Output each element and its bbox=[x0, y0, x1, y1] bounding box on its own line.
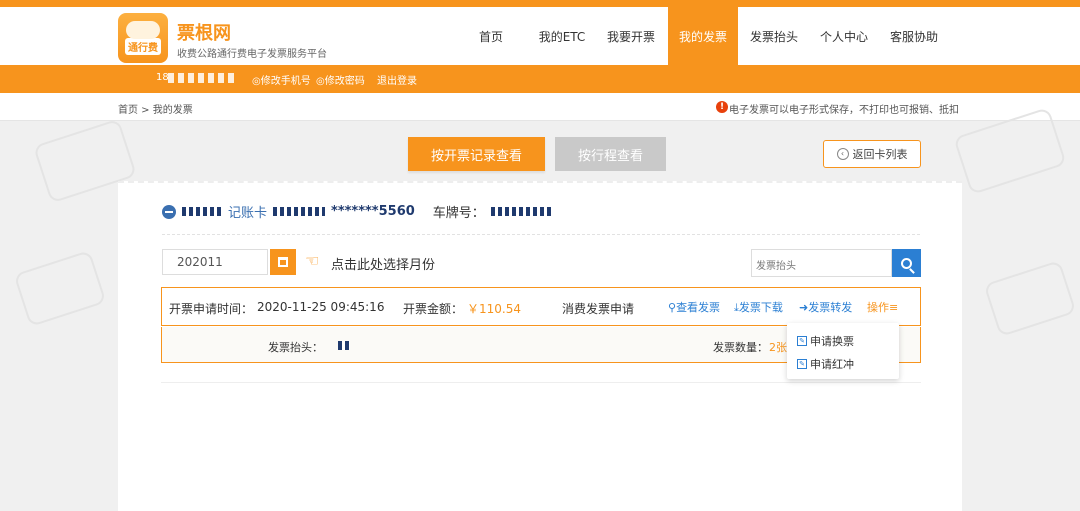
invoice-amount: ￥110.54 bbox=[467, 302, 521, 316]
apply-exchange-label: 申请换票 bbox=[810, 335, 854, 348]
card-number: *******5560 bbox=[331, 204, 415, 219]
top-accent-line bbox=[0, 0, 1080, 7]
change-password-link[interactable]: ◎修改密码 bbox=[316, 72, 365, 87]
invoice-count-label: 发票数量： bbox=[713, 341, 768, 354]
card-icon bbox=[162, 204, 176, 219]
forward-invoice-link[interactable]: ➜发票转发 bbox=[799, 299, 852, 315]
masked-plate-number bbox=[490, 207, 553, 216]
logo[interactable]: 通行费 bbox=[118, 13, 168, 63]
nav-my-etc[interactable]: 我的ETC bbox=[532, 7, 592, 65]
logout-link[interactable]: 退出登录 bbox=[377, 72, 417, 87]
download-invoice-link[interactable]: ⤓发票下载 bbox=[734, 299, 783, 315]
apply-exchange-item[interactable]: ✎ 申请换票 bbox=[797, 333, 854, 349]
back-button-label: 返回卡列表 bbox=[852, 148, 908, 161]
apply-time: 2020-11-25 09:45:16 bbox=[257, 300, 385, 314]
operate-dropdown: ✎ 申请换票 ✎ 申请红冲 bbox=[787, 323, 899, 379]
card-type: 记账卡 bbox=[228, 206, 268, 221]
warning-icon: ! bbox=[716, 101, 728, 113]
nav-my-invoices[interactable]: 我的发票 bbox=[668, 7, 738, 65]
breadcrumb: 首页 > 我的发票 bbox=[118, 105, 193, 116]
view-by-record-button[interactable]: 按开票记录查看 bbox=[408, 137, 545, 171]
card-info: 记账卡 *******5560 车牌号： bbox=[162, 202, 553, 221]
masked-invoice-title bbox=[338, 341, 350, 350]
nav-invoice-title[interactable]: 发票抬头 bbox=[742, 7, 806, 65]
invoice-type: 消费发票申请 bbox=[562, 302, 635, 316]
nav-home[interactable]: 首页 bbox=[465, 7, 517, 65]
masked-card-name bbox=[182, 207, 222, 216]
nav-issue-invoice[interactable]: 我要开票 bbox=[600, 7, 662, 65]
phone-number: 18 bbox=[156, 72, 169, 83]
divider bbox=[162, 234, 920, 235]
edit-icon: ✎ bbox=[797, 336, 807, 346]
plate-label: 车牌号： bbox=[432, 206, 485, 221]
nav-customer-service[interactable]: 客服协助 bbox=[882, 7, 946, 65]
nav-personal-center[interactable]: 个人中心 bbox=[812, 7, 876, 65]
search-icon bbox=[901, 257, 912, 269]
month-hint[interactable]: 点击此处选择月份 bbox=[331, 254, 435, 273]
invoice-title-search-input[interactable]: 发票抬头 bbox=[751, 249, 892, 277]
logo-text: 通行费 bbox=[125, 38, 161, 55]
back-to-card-list-button[interactable]: ‹ 返回卡列表 bbox=[823, 140, 921, 168]
breadcrumb-bar: 首页 > 我的发票 ! 电子发票可以电子形式保存，不打印也可报销、抵扣 bbox=[0, 93, 1080, 121]
amount-label: 开票金额： bbox=[403, 302, 464, 316]
operate-menu-button[interactable]: 操作≡ bbox=[867, 299, 898, 315]
masked-card-prefix bbox=[273, 207, 326, 216]
view-by-trip-button[interactable]: 按行程查看 bbox=[555, 137, 666, 171]
brand-slogan: 收费公路通行费电子发票服务平台 bbox=[177, 49, 327, 60]
edit-icon: ✎ bbox=[797, 359, 807, 369]
notice-text: 电子发票可以电子形式保存，不打印也可报销、抵扣 bbox=[729, 105, 959, 116]
change-phone-link[interactable]: ◎修改手机号 bbox=[252, 72, 311, 87]
invoice-title-label: 发票抬头： bbox=[268, 341, 323, 354]
back-arrow-icon: ‹ bbox=[836, 148, 849, 160]
brand-name: 票根网 bbox=[177, 23, 231, 44]
view-invoice-link[interactable]: ⚲查看发票 bbox=[668, 299, 720, 315]
masked-phone bbox=[168, 73, 238, 83]
invoice-record-header: 开票申请时间： 2020-11-25 09:45:16 开票金额： ￥110.5… bbox=[161, 287, 921, 326]
header: 通行费 票根网 收费公路通行费电子发票服务平台 首页 我的ETC 我要开票 我的… bbox=[0, 7, 1080, 65]
search-button[interactable] bbox=[892, 249, 921, 277]
apply-red-reversal-label: 申请红冲 bbox=[810, 358, 854, 371]
calendar-icon bbox=[278, 257, 288, 267]
cloud-icon bbox=[126, 21, 160, 39]
invoice-count: 2张 bbox=[769, 341, 787, 354]
account-bar: 18 ◎修改手机号 ◎修改密码 退出登录 bbox=[0, 65, 1080, 93]
month-input[interactable]: 202011 bbox=[162, 249, 268, 275]
apply-red-reversal-item[interactable]: ✎ 申请红冲 bbox=[797, 356, 854, 372]
calendar-button[interactable] bbox=[270, 249, 296, 275]
apply-time-label: 开票申请时间： bbox=[169, 302, 254, 316]
pointing-hand-icon: ☜ bbox=[305, 251, 320, 270]
